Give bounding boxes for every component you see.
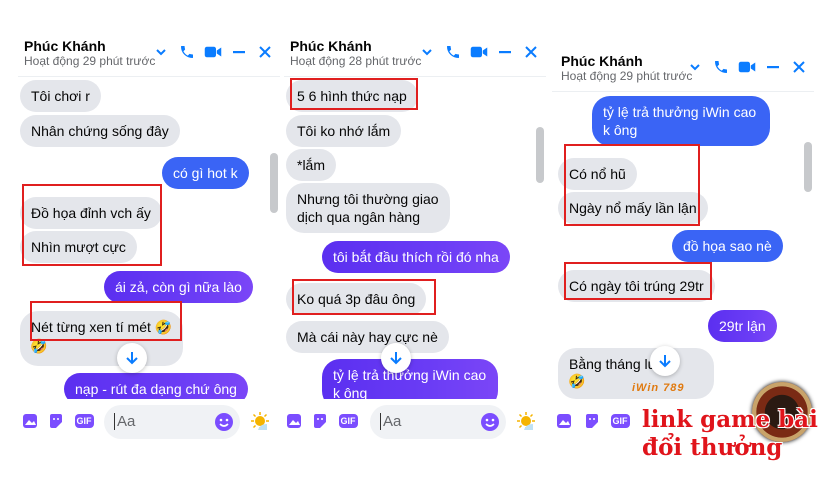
video-call-icon[interactable] xyxy=(470,43,488,61)
message-incoming: Nhân chứng sống đây xyxy=(20,115,180,147)
sticker-icon[interactable] xyxy=(310,411,330,431)
emoji-icon[interactable] xyxy=(480,412,500,437)
message-incoming: 5 6 hình thức nạp xyxy=(286,80,418,112)
gif-icon[interactable]: GIF xyxy=(338,411,358,431)
contact-status: Hoạt động 28 phút trước xyxy=(290,54,422,68)
chat-header: Phúc Khánh Hoạt động 29 phút trước xyxy=(552,48,814,92)
sticker-icon[interactable] xyxy=(582,411,602,431)
close-icon[interactable] xyxy=(522,43,540,61)
phone-icon[interactable] xyxy=(712,58,730,76)
contact-name[interactable]: Phúc Khánh xyxy=(561,53,643,69)
contact-status: Hoạt động 29 phút trước xyxy=(24,54,156,68)
phone-icon[interactable] xyxy=(444,43,462,61)
image-icon[interactable] xyxy=(20,411,40,431)
message-outgoing: tỷ lệ trả thưởng iWin cao k ông xyxy=(322,359,498,399)
message-input[interactable]: Aa xyxy=(104,405,240,439)
chat-window-2: Phúc Khánh Hoạt động 28 phút trước 5 6 h… xyxy=(284,33,546,445)
message-incoming: Có nổ hũ xyxy=(558,158,637,190)
scrollbar[interactable] xyxy=(270,153,278,213)
message-incoming: *lắm xyxy=(286,149,337,181)
message-incoming: Đồ họa đỉnh vch ấy xyxy=(20,197,162,229)
message-outgoing: tỷ lệ trả thưởng iWin cao k ông xyxy=(592,96,770,146)
reaction-icon[interactable] xyxy=(250,411,270,431)
message-incoming: Có ngày tôi trúng 29tr xyxy=(558,270,715,302)
message-input[interactable]: Aa xyxy=(370,405,506,439)
message-text: Bằng tháng lư xyxy=(569,356,657,372)
chevron-down-icon[interactable] xyxy=(418,43,436,61)
message-list[interactable]: 5 6 hình thức nạp Tôi ko nhớ lắm *lắm Nh… xyxy=(284,77,546,399)
emoji-reaction: 🤣 xyxy=(568,373,586,389)
message-incoming: Mà cái này hay cực nè xyxy=(286,321,449,353)
chat-header: Phúc Khánh Hoạt động 29 phút trước xyxy=(18,33,280,77)
message-outgoing: đồ họa sao nè xyxy=(672,230,783,262)
message-incoming: Nhìn mượt cực xyxy=(20,231,137,263)
message-text: Nét từng xen tí mét 🤣 xyxy=(31,319,173,335)
emoji-reaction: 🤣 xyxy=(30,338,48,354)
contact-name[interactable]: Phúc Khánh xyxy=(290,38,372,54)
message-list[interactable]: tỷ lệ trả thưởng iWin cao k ông Có nổ hũ… xyxy=(552,92,814,399)
gif-icon[interactable]: GIF xyxy=(74,411,94,431)
watermark-text: link game bài xyxy=(642,406,818,433)
message-incoming: Ko quá 3p đâu ông xyxy=(286,283,427,315)
chevron-down-icon[interactable] xyxy=(686,58,704,76)
video-call-icon[interactable] xyxy=(738,58,756,76)
emoji-icon[interactable] xyxy=(214,412,234,437)
input-placeholder: Aa xyxy=(114,413,135,430)
message-list[interactable]: Tôi chơi r Nhân chứng sống đây có gì hot… xyxy=(18,77,280,399)
message-outgoing: có gì hot k xyxy=(162,157,249,189)
reaction-icon[interactable] xyxy=(516,411,536,431)
watermark-text: đổi thưởng xyxy=(642,434,783,461)
minimize-icon[interactable] xyxy=(230,43,248,61)
minimize-icon[interactable] xyxy=(496,43,514,61)
sticker-icon[interactable] xyxy=(46,411,66,431)
image-icon[interactable] xyxy=(284,411,304,431)
scrollbar[interactable] xyxy=(536,127,544,183)
input-placeholder: Aa xyxy=(380,413,401,430)
message-outgoing: nạp - rút đa dạng chứ ông xyxy=(64,373,248,399)
contact-status: Hoạt động 29 phút trước xyxy=(561,69,693,83)
composer: GIF Aa xyxy=(18,399,280,445)
minimize-icon[interactable] xyxy=(764,58,782,76)
message-incoming: Nhưng tôi thường giao dịch qua ngân hàng xyxy=(286,183,450,233)
contact-name[interactable]: Phúc Khánh xyxy=(24,38,106,54)
image-icon[interactable] xyxy=(554,411,574,431)
message-incoming: Ngày nổ mấy lần lận xyxy=(558,192,708,224)
scrollbar[interactable] xyxy=(804,142,812,192)
chat-header: Phúc Khánh Hoạt động 28 phút trước xyxy=(284,33,546,77)
scroll-down-button[interactable] xyxy=(117,343,147,373)
scroll-down-button[interactable] xyxy=(650,346,680,376)
message-outgoing: 29tr lận xyxy=(708,310,777,342)
scroll-down-button[interactable] xyxy=(381,343,411,373)
chevron-down-icon[interactable] xyxy=(152,43,170,61)
message-incoming: Tôi chơi r xyxy=(20,80,101,112)
message-incoming: Nét từng xen tí mét 🤣 🤣 xyxy=(20,311,184,366)
message-outgoing: tôi bắt đầu thích rồi đó nha xyxy=(322,241,510,273)
phone-icon[interactable] xyxy=(178,43,196,61)
close-icon[interactable] xyxy=(790,58,808,76)
video-call-icon[interactable] xyxy=(204,43,222,61)
watermark-brand: iWin 789 xyxy=(632,382,685,394)
close-icon[interactable] xyxy=(256,43,274,61)
message-incoming: Tôi ko nhớ lắm xyxy=(286,115,402,147)
chat-window-1: Phúc Khánh Hoạt động 29 phút trước Tôi c… xyxy=(18,33,280,445)
message-outgoing: ái zả, còn gì nữa lào xyxy=(104,271,253,303)
watermark-logo: iWin 789 link game bài đổi thưởng xyxy=(628,382,818,472)
composer: GIF Aa xyxy=(284,399,546,445)
gif-icon[interactable]: GIF xyxy=(610,411,630,431)
